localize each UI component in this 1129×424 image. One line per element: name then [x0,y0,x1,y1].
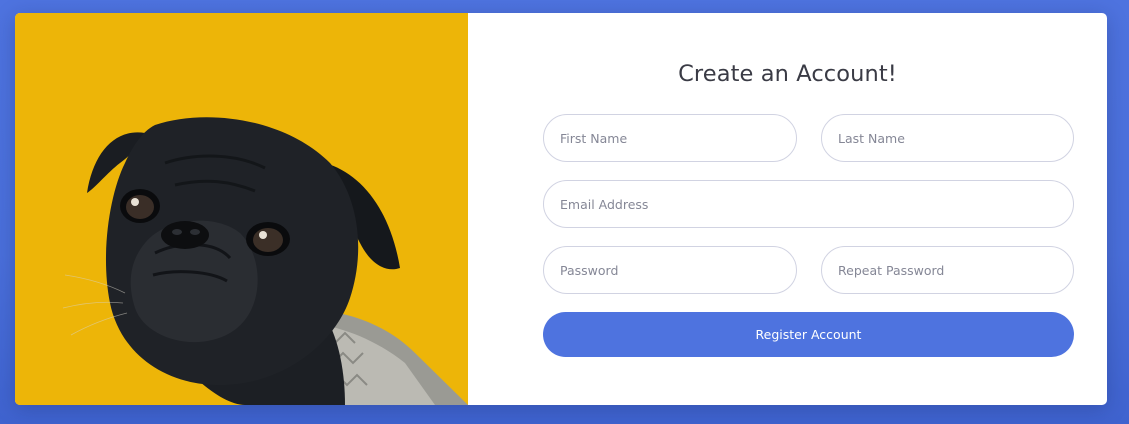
pug-illustration [15,13,468,405]
last-name-field[interactable] [821,114,1074,162]
password-field[interactable] [543,246,797,294]
page-title: Create an Account! [678,61,897,87]
first-name-input[interactable] [544,115,796,161]
email-field[interactable] [543,180,1074,228]
register-form: Create an Account! Register Account [468,13,1107,405]
repeat-password-field[interactable] [821,246,1074,294]
first-name-field[interactable] [543,114,797,162]
register-account-button[interactable]: Register Account [543,312,1074,357]
last-name-input[interactable] [822,115,1073,161]
register-card: Create an Account! Register Account [15,13,1107,405]
pug-dog-photo [15,13,468,405]
password-input[interactable] [544,247,796,293]
repeat-password-input[interactable] [822,247,1073,293]
email-input[interactable] [544,181,1073,227]
